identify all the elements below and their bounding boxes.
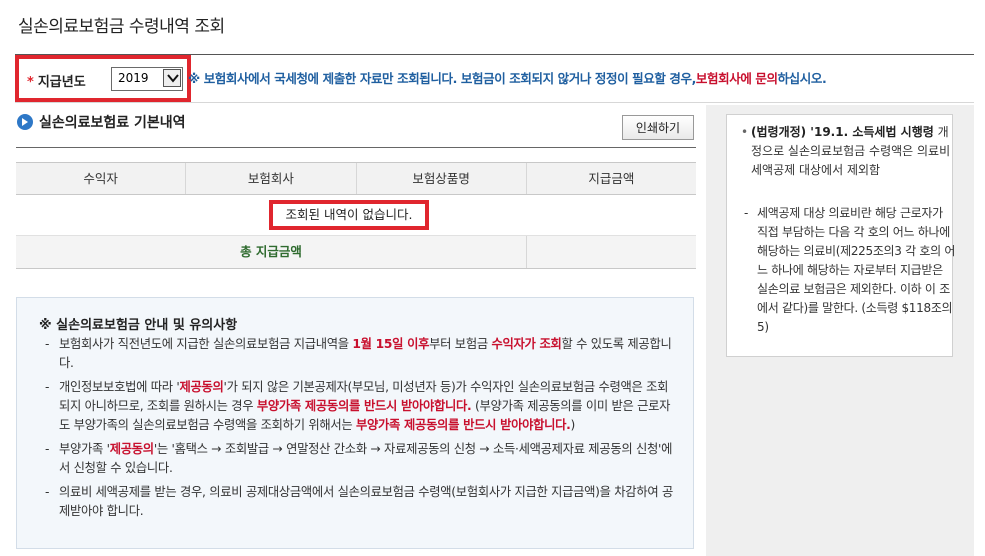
list-item: 개인정보보호법에 따라 '제공동의'가 되지 않은 기본공제자(부모님, 미성년… (45, 378, 675, 435)
law-notice: (법령개정) '19.1. 소득세법 시행령 개정으로 실손의료보험금 수령액은… (741, 123, 956, 180)
list-item: 부양가족 '제공동의'는 '홈택스 → 조회발급 → 연말정산 간소화 → 자료… (45, 440, 675, 478)
chevron-down-icon[interactable] (163, 69, 181, 87)
notice-text-1: ※ 보험회사에서 국세청에 제출한 자료만 조회됩니다. 보험금이 조회되지 않… (188, 71, 696, 86)
text: 부양가족 ' (59, 442, 110, 456)
filter-bar: * 지급년도 2019 ※ 보험회사에서 국세청에 제출한 자료만 조회됩니다. … (15, 54, 974, 103)
year-filter-highlight: * 지급년도 2019 (15, 55, 191, 102)
benefit-table: 수익자 보험회사 보험상품명 지급금액 조회된 내역이 없습니다. 총 지급금액 (16, 147, 696, 269)
notice-text-3: 하십시오. (777, 71, 827, 86)
law-detail: 세액공제 대상 의료비란 해당 근로자가 직접 부담하는 다음 각 호의 어느 … (744, 204, 957, 337)
empty-message: 조회된 내역이 없습니다. (269, 200, 429, 230)
col-amount: 지급금액 (588, 171, 635, 186)
notice-list: 보험회사가 직전년도에 지급한 실손의료보험금 지급내역을 1월 15일 이후부… (45, 335, 675, 526)
table-row: 조회된 내역이 없습니다. (16, 195, 696, 236)
total-row: 총 지급금액 (16, 236, 696, 269)
text: 보험회사가 직전년도에 지급한 실손의료보험금 지급내역을 (59, 337, 353, 351)
emphasis: 부양가족 제공동의를 반드시 받아야합니다. (256, 399, 472, 413)
text: 개인정보보호법에 따라 ' (59, 380, 180, 394)
law-notice-bold: (법령개정) '19.1. 소득세법 시행령 (751, 125, 934, 139)
total-value (527, 236, 696, 268)
section-title: 실손의료보험료 기본내역 (17, 112, 186, 132)
notice-text-2: 보험회사에 문의 (695, 71, 778, 86)
page-title: 실손의료보험금 수령내역 조회 (18, 17, 225, 37)
emphasis: 부양가족 제공동의를 반드시 받아야합니다. (355, 418, 571, 432)
total-label: 총 지급금액 (16, 236, 527, 268)
list-item: 의료비 세액공제를 받는 경우, 의료비 공제대상금액에서 실손의료보험금 수령… (45, 483, 675, 521)
law-notice-box: (법령개정) '19.1. 소득세법 시행령 개정으로 실손의료보험금 수령액은… (726, 114, 956, 357)
table-header: 수익자 보험회사 보험상품명 지급금액 (16, 162, 696, 195)
text: 부터 보험금 (429, 337, 492, 351)
section-title-text: 실손의료보험료 기본내역 (39, 115, 186, 131)
print-button[interactable]: 인쇄하기 (622, 115, 694, 140)
year-label-text: 지급년도 (37, 75, 86, 90)
emphasis: 1월 15일 이후 (352, 337, 430, 351)
year-select[interactable]: 2019 (111, 67, 183, 91)
list-item: 보험회사가 직전년도에 지급한 실손의료보험금 지급내역을 1월 15일 이후부… (45, 335, 675, 373)
col-insurer: 보험회사 (186, 163, 357, 194)
side-panel: (법령개정) '19.1. 소득세법 시행령 개정으로 실손의료보험금 수령액은… (706, 105, 974, 556)
emphasis: 제공동의 (179, 380, 224, 394)
col-product: 보험상품명 (357, 163, 527, 194)
arrow-circle-icon (17, 114, 33, 130)
filter-notice: ※ 보험회사에서 국세청에 제출한 자료만 조회됩니다. 보험금이 조회되지 않… (188, 68, 827, 87)
col-beneficiary: 수익자 (16, 163, 187, 194)
notice-box: ※ 실손의료보험금 안내 및 유의사항 보험회사가 직전년도에 지급한 실손의료… (16, 297, 694, 549)
required-star: * (27, 75, 34, 90)
year-select-value: 2019 (118, 71, 149, 85)
year-label: * 지급년도 (27, 71, 86, 90)
table-top-rule (16, 147, 696, 148)
text: ) (570, 418, 576, 432)
emphasis: 수익자가 조회 (491, 337, 562, 351)
emphasis: 제공동의 (109, 442, 154, 456)
notice-title: ※ 실손의료보험금 안내 및 유의사항 (39, 318, 238, 333)
